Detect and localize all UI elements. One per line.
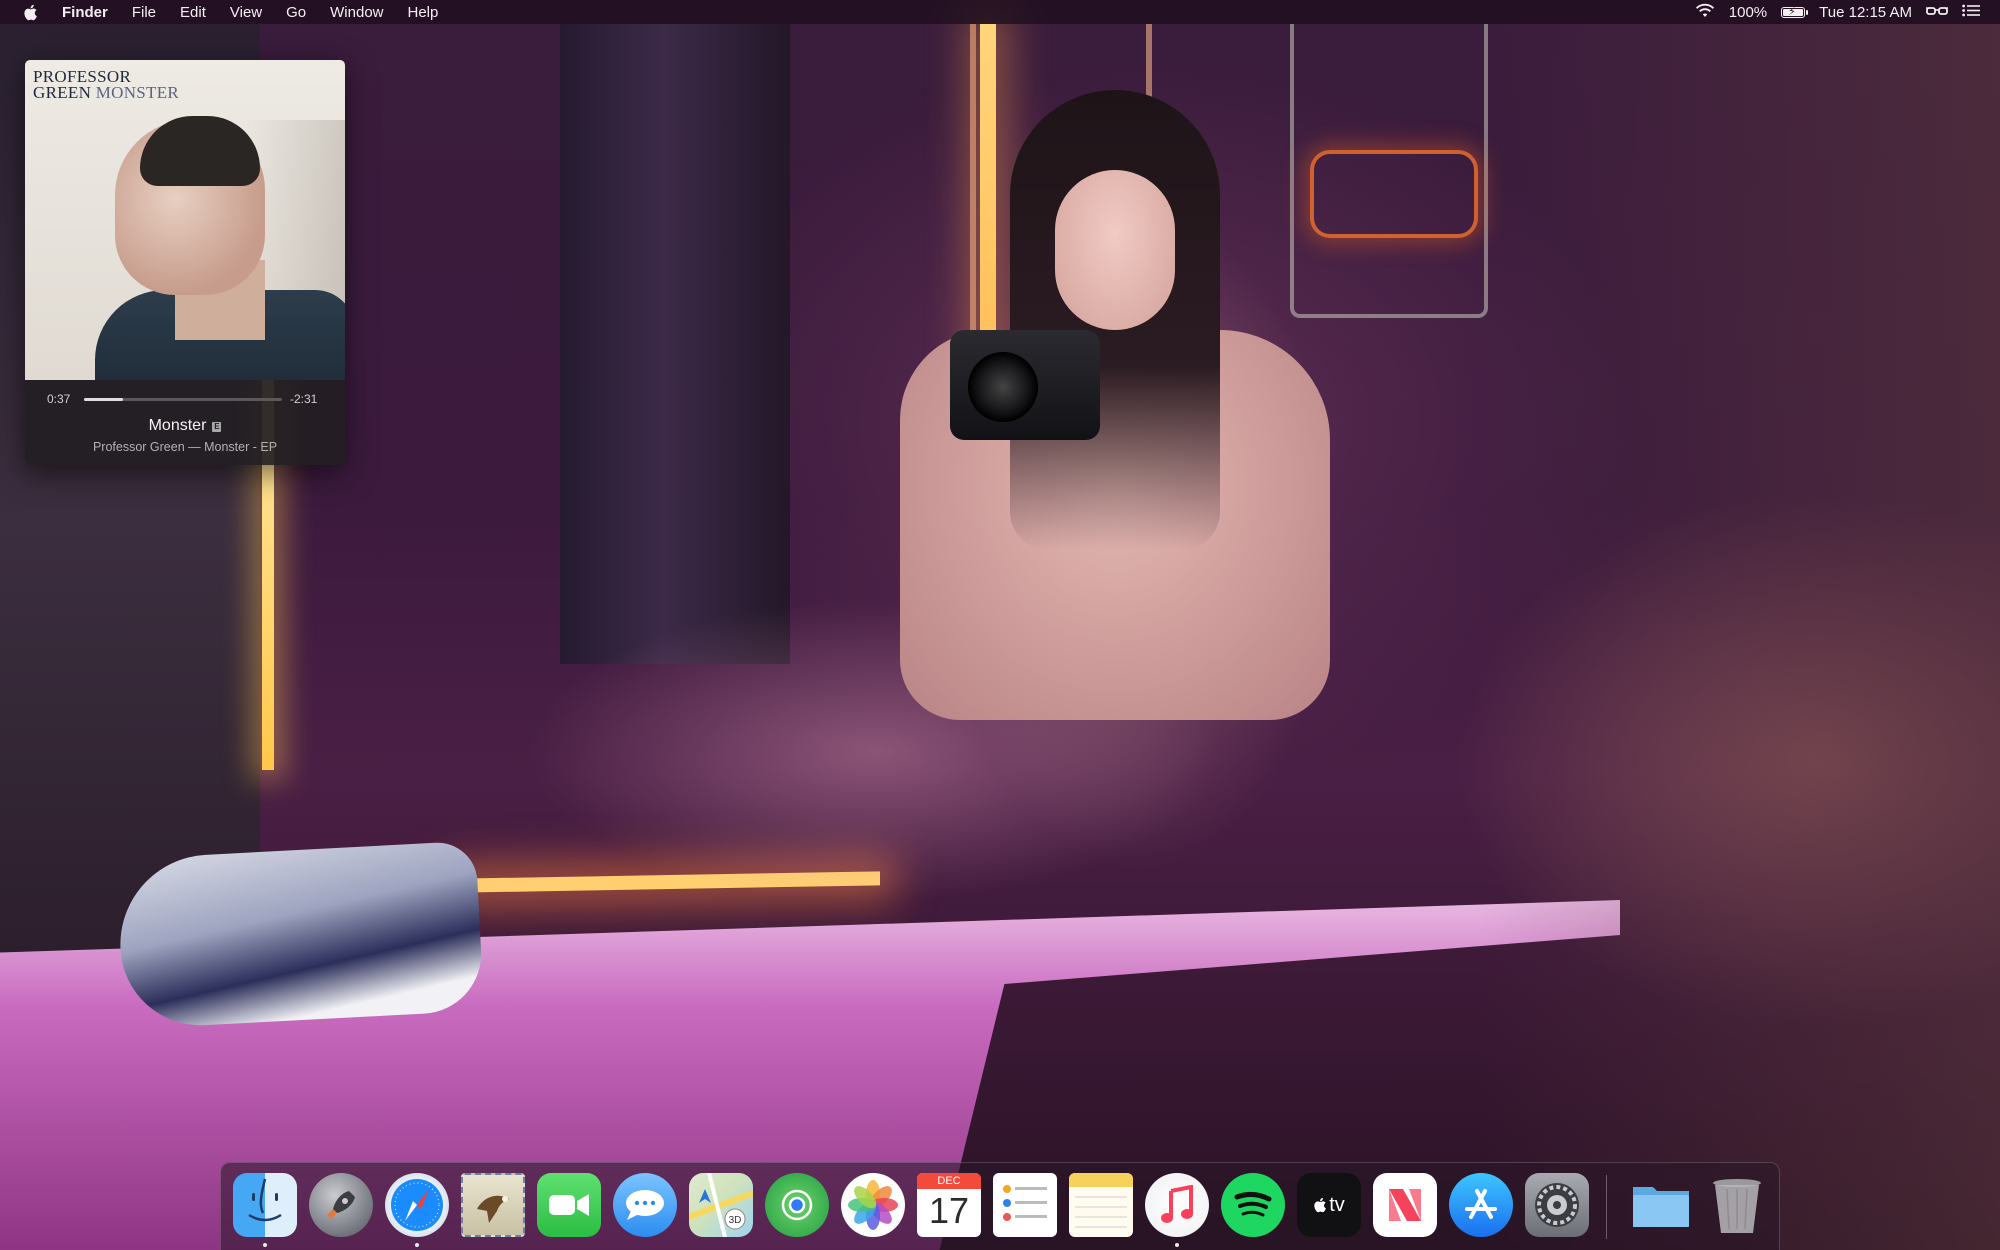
- wifi-icon-glyph: [1695, 3, 1714, 17]
- news-n-glyph: [1389, 1189, 1421, 1221]
- playback-progress-fill: [84, 397, 123, 401]
- menu-edit[interactable]: Edit: [180, 4, 206, 21]
- checklist-icon: [1003, 1185, 1047, 1221]
- news-icon[interactable]: [1373, 1173, 1437, 1237]
- menu-go[interactable]: Go: [286, 4, 306, 21]
- notification-center-icon[interactable]: [1962, 4, 1980, 21]
- battery-percent[interactable]: 100%: [1729, 4, 1767, 21]
- charging-bolt-icon: ⚡: [1788, 5, 1796, 18]
- appstore-icon[interactable]: [1449, 1173, 1513, 1237]
- mail-icon[interactable]: [461, 1173, 525, 1237]
- speech-bubble-icon: [626, 1190, 664, 1220]
- explicit-badge: E: [212, 422, 222, 432]
- location-target-icon: [781, 1189, 813, 1221]
- wallpaper-right-fade: [1480, 24, 2000, 1250]
- album-art-title: PROFESSOR GREEN MONSTER: [33, 68, 180, 102]
- track-title-row: Monster E: [25, 417, 345, 435]
- notification-center-icon-glyph: [1962, 4, 1980, 16]
- svg-text:3D: 3D: [729, 1215, 742, 1226]
- menu-bar: Finder File Edit View Go Window Help 100…: [0, 0, 2000, 24]
- finder-face-glyph: [248, 1178, 282, 1222]
- album-artwork[interactable]: PROFESSOR GREEN MONSTER: [25, 60, 345, 380]
- spotify-icon[interactable]: [1221, 1173, 1285, 1237]
- apple-logo-small-icon: [1314, 1197, 1327, 1213]
- compass-icon: [391, 1179, 443, 1231]
- album-art-artist-word: GREEN: [33, 83, 92, 102]
- menu-view[interactable]: View: [230, 4, 262, 21]
- photos-icon[interactable]: [841, 1173, 905, 1237]
- trash-can-glyph: [1713, 1179, 1761, 1233]
- maps-icon[interactable]: 3D: [689, 1173, 753, 1237]
- photos-flower-icon: [848, 1180, 898, 1230]
- tv-label: tv: [1329, 1193, 1345, 1216]
- menu-file[interactable]: File: [132, 4, 156, 21]
- eagle-stamp-icon: [477, 1195, 509, 1223]
- appletv-icon[interactable]: tv: [1297, 1173, 1361, 1237]
- calendar-icon[interactable]: DEC 17: [917, 1173, 981, 1237]
- wallpaper-sneaker: [115, 840, 485, 1030]
- menu-window[interactable]: Window: [330, 4, 383, 21]
- notes-header-strip: [1069, 1173, 1133, 1187]
- running-indicator: [1175, 1243, 1179, 1247]
- apple-logo-icon[interactable]: [22, 3, 38, 21]
- time-remaining: -2:31: [290, 392, 318, 406]
- menu-app-name[interactable]: Finder: [62, 4, 108, 21]
- dock-separator: [1606, 1175, 1607, 1239]
- safari-icon[interactable]: [385, 1173, 449, 1237]
- wallpaper-face: [1055, 170, 1175, 330]
- folder-icon[interactable]: [1629, 1173, 1693, 1237]
- map-glyph: 3D: [689, 1173, 753, 1237]
- rocket-icon: [327, 1191, 355, 1219]
- gear-icon: [1535, 1183, 1579, 1227]
- album-art-album-word: MONSTER: [95, 83, 180, 102]
- dock: 3D DEC 17 tv: [220, 1162, 1780, 1250]
- system-preferences-icon[interactable]: [1525, 1173, 1589, 1237]
- notes-icon[interactable]: [1069, 1173, 1133, 1237]
- trash-icon[interactable]: [1705, 1173, 1769, 1237]
- reminders-icon[interactable]: [993, 1173, 1057, 1237]
- status-area: 100% ⚡ Tue 12:15 AM: [1695, 0, 1980, 24]
- calendar-month: DEC: [917, 1173, 981, 1189]
- wallpaper-camera-lens: [968, 352, 1038, 422]
- album-art-title-line2: GREEN MONSTER: [33, 83, 180, 102]
- menu-clock[interactable]: Tue 12:15 AM: [1819, 4, 1912, 21]
- video-camera-icon: [549, 1194, 589, 1216]
- findmy-icon[interactable]: [765, 1173, 829, 1237]
- music-icon[interactable]: [1145, 1173, 1209, 1237]
- menu-help[interactable]: Help: [408, 4, 439, 21]
- launchpad-icon[interactable]: [309, 1173, 373, 1237]
- facetime-icon[interactable]: [537, 1173, 601, 1237]
- folder-glyph: [1633, 1187, 1689, 1227]
- apple-logo-icon-glyph: [23, 4, 37, 20]
- glasses-icon[interactable]: [1926, 4, 1948, 21]
- running-indicator: [263, 1243, 267, 1247]
- track-subtitle: Professor Green — Monster - EP: [92, 440, 278, 454]
- track-title: Monster: [148, 417, 207, 434]
- music-note-icon: [1161, 1185, 1193, 1223]
- wifi-icon[interactable]: [1695, 3, 1715, 22]
- finder-icon[interactable]: [233, 1173, 297, 1237]
- spotify-waves-glyph: [1234, 1191, 1272, 1217]
- appstore-a-glyph: [1465, 1189, 1497, 1219]
- playback-progress-row: 0:37 -2:31: [25, 387, 345, 411]
- time-elapsed: 0:37: [47, 392, 71, 406]
- messages-icon[interactable]: [613, 1173, 677, 1237]
- music-mini-player[interactable]: PROFESSOR GREEN MONSTER 0:37 -2:31 Monst…: [25, 60, 345, 465]
- calendar-day: 17: [928, 1190, 970, 1231]
- glasses-icon-glyph: [1926, 6, 1948, 15]
- running-indicator: [415, 1243, 419, 1247]
- playback-scrubber[interactable]: [84, 397, 282, 401]
- notes-lines-glyph: [1075, 1196, 1127, 1228]
- battery-charging-icon[interactable]: ⚡: [1781, 5, 1809, 18]
